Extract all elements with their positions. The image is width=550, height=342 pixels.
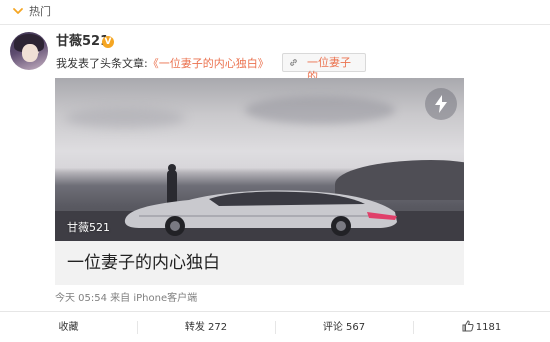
image-author-watermark: 甘薇521 xyxy=(67,221,110,234)
collect-label: 收藏 xyxy=(58,322,79,333)
vip-badge-icon xyxy=(102,36,114,48)
avatar[interactable] xyxy=(10,32,48,70)
article-title[interactable]: 一位妻子的内心独白 xyxy=(67,252,220,274)
lightning-icon xyxy=(425,88,457,120)
like-count: 1181 xyxy=(475,322,502,333)
post-meta: 今天 05:54 来自 iPhone客户端 xyxy=(55,293,198,304)
post-prefix: 我发表了头条文章: xyxy=(56,57,148,70)
hot-label[interactable]: 热门 xyxy=(29,5,51,19)
article-tag-button[interactable]: 一位妻子的... xyxy=(282,53,366,83)
chevron-down-icon[interactable] xyxy=(11,4,25,18)
article-link[interactable]: 《一位妻子的内心独白》 xyxy=(148,57,269,70)
comment-button[interactable]: 评论 567 xyxy=(275,312,413,342)
comment-label: 评论 567 xyxy=(322,322,366,333)
like-button[interactable]: 1181 xyxy=(413,312,550,342)
link-icon xyxy=(290,59,297,66)
hot-filter-bar[interactable]: 热门 xyxy=(0,0,550,25)
collect-button[interactable]: 收藏 xyxy=(0,312,137,342)
repost-label: 转发 272 xyxy=(184,322,228,333)
article-cover-image[interactable]: 甘薇521 xyxy=(55,78,464,241)
repost-button[interactable]: 转发 272 xyxy=(137,312,275,342)
car-image xyxy=(124,190,397,236)
article-card[interactable]: 甘薇521 一位妻子的内心独白 xyxy=(55,78,464,285)
action-bar: 收藏 转发 272 评论 567 1181 xyxy=(0,311,550,342)
post-text: 我发表了头条文章:《一位妻子的内心独白》 xyxy=(56,57,269,71)
thumbs-up-icon xyxy=(462,320,474,332)
